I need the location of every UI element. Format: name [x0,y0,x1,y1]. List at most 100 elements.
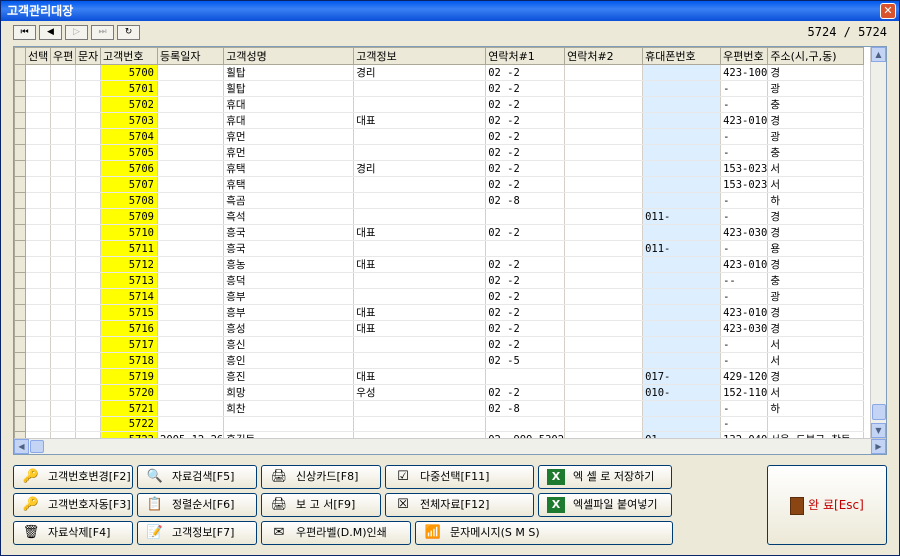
table-cell[interactable]: 휴대 [223,96,355,113]
table-cell[interactable]: - [720,96,769,113]
table-cell[interactable] [353,96,487,113]
table-cell[interactable] [75,160,101,177]
table-cell[interactable]: 5716 [100,320,158,337]
table-cell[interactable] [25,128,51,145]
table-cell[interactable] [564,384,644,401]
table-cell[interactable]: 5701 [100,80,158,97]
row-indicator[interactable] [14,240,26,257]
row-indicator[interactable] [14,352,26,369]
table-cell[interactable]: 5714 [100,288,158,305]
table-cell[interactable] [25,96,51,113]
table-cell[interactable] [564,128,644,145]
table-cell[interactable]: 흥국 [223,240,355,257]
table-cell[interactable] [642,320,722,337]
table-cell[interactable] [50,80,76,97]
table-row[interactable]: 5722 - [14,416,865,432]
table-cell[interactable] [564,256,644,273]
column-header[interactable]: 주소(시,구,동) [767,47,865,65]
table-cell[interactable] [157,112,225,129]
horizontal-scrollbar[interactable]: ◀ ▶ [14,438,886,454]
save-excel-button[interactable]: X 엑 셀 로 저장하기 [538,465,672,489]
table-cell[interactable]: 하 [767,400,865,417]
table-cell[interactable]: 5719 [100,368,158,385]
table-cell[interactable] [50,320,76,337]
column-header[interactable]: 우편 [50,47,76,65]
table-cell[interactable]: 대표 [353,256,487,273]
table-cell[interactable] [25,416,51,432]
table-cell[interactable] [157,64,225,81]
table-cell[interactable]: 02 -2 [485,384,566,401]
table-cell[interactable] [75,112,101,129]
table-cell[interactable]: 5721 [100,400,158,417]
table-cell[interactable]: - [720,208,769,225]
column-header[interactable]: 연락처#2 [564,47,644,65]
column-header[interactable]: 선택 [25,47,51,65]
last-record-button[interactable]: ⏭ [91,25,114,40]
table-cell[interactable] [642,96,722,113]
table-cell[interactable] [642,416,722,432]
table-cell[interactable] [75,208,101,225]
row-indicator[interactable] [14,336,26,353]
table-cell[interactable]: 02 -2 [485,80,566,97]
table-cell[interactable] [50,304,76,321]
table-cell[interactable]: - [720,80,769,97]
column-header[interactable]: 연락처#1 [485,47,566,65]
table-cell[interactable] [157,160,225,177]
table-cell[interactable] [75,192,101,209]
table-cell[interactable] [564,80,644,97]
table-cell[interactable] [75,304,101,321]
table-cell[interactable] [25,336,51,353]
row-indicator[interactable] [14,208,26,225]
table-cell[interactable] [353,400,487,417]
table-cell[interactable] [25,352,51,369]
table-cell[interactable] [642,64,722,81]
table-cell[interactable] [157,304,225,321]
table-cell[interactable]: 02 -2 [485,224,566,241]
table-cell[interactable] [157,96,225,113]
table-cell[interactable]: 5717 [100,336,158,353]
table-cell[interactable] [75,336,101,353]
table-cell[interactable] [564,272,644,289]
all-data-button[interactable]: ☒ 전체자료[F12] [385,493,534,517]
table-cell[interactable]: 5704 [100,128,158,145]
table-cell[interactable] [157,176,225,193]
table-cell[interactable]: 흥신 [223,336,355,353]
table-cell[interactable]: 5715 [100,304,158,321]
table-cell[interactable] [157,208,225,225]
table-cell[interactable] [75,96,101,113]
table-cell[interactable] [642,288,722,305]
table-cell[interactable] [767,416,865,432]
table-cell[interactable] [75,368,101,385]
table-cell[interactable] [75,176,101,193]
sms-button[interactable]: 📶 문자메시지(S M S) [415,521,673,545]
table-cell[interactable]: 02 -2 [485,320,566,337]
table-cell[interactable]: 용 [767,240,865,257]
table-cell[interactable] [223,416,355,432]
table-cell[interactable]: 423-010 [720,112,769,129]
table-row[interactable]: 5706 휴택 경리 02 -2 153-023 서 [14,160,865,177]
table-cell[interactable] [485,208,566,225]
prev-record-button[interactable]: ◀ [39,25,62,40]
table-cell[interactable]: 흥농 [223,256,355,273]
table-cell[interactable] [50,256,76,273]
sort-order-button[interactable]: 📋 정렬순서[F6] [137,493,257,517]
row-indicator[interactable] [14,416,26,432]
table-row[interactable]: 5713 흥덕 02 -2 -- 충 [14,272,865,289]
table-cell[interactable] [564,224,644,241]
table-cell[interactable]: 423-010 [720,256,769,273]
table-cell[interactable] [25,224,51,241]
table-cell[interactable] [564,160,644,177]
table-cell[interactable] [353,272,487,289]
table-cell[interactable] [75,224,101,241]
change-customer-number-button[interactable]: 🔑 고객번호변경[F2] [13,465,133,489]
table-row[interactable]: 5705 휴먼 02 -2 - 충 [14,144,865,161]
table-row[interactable]: 5703 휴대 대표 02 -2 423-010 경 [14,112,865,129]
table-cell[interactable] [25,304,51,321]
table-cell[interactable]: - [720,352,769,369]
table-cell[interactable]: 5710 [100,224,158,241]
table-cell[interactable] [25,256,51,273]
table-cell[interactable] [564,192,644,209]
table-cell[interactable]: 경 [767,64,865,81]
table-cell[interactable] [50,112,76,129]
row-indicator[interactable] [14,304,26,321]
